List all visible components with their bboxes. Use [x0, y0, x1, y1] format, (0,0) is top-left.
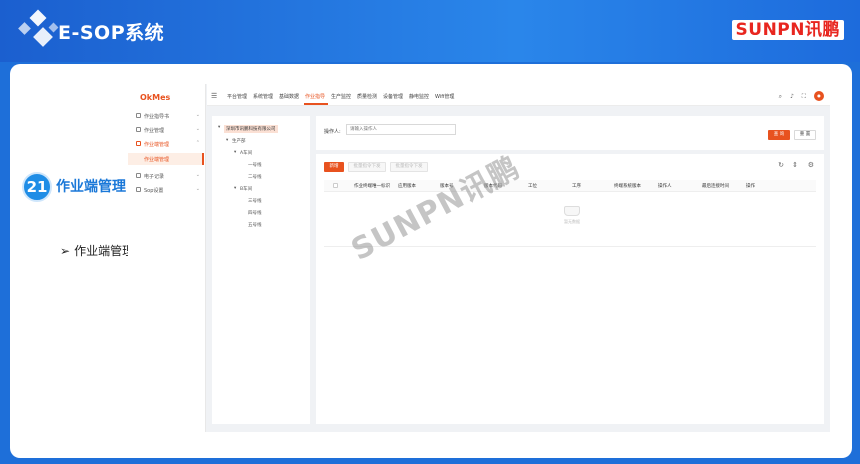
sidebar-item-guide[interactable]: 作业指导书 ⌄ [128, 109, 206, 123]
col-operator[interactable]: 操作人 [658, 183, 672, 189]
search-icon[interactable]: ⌕ [779, 93, 782, 101]
tree-caret-icon[interactable]: ▾ [234, 150, 236, 155]
tab-production[interactable]: 生产监控 [331, 93, 351, 100]
col-last-connect[interactable]: 最后连接时间 [702, 183, 729, 189]
sidebar-subitem-terminal[interactable]: 作业端管理 [128, 153, 204, 165]
table-header: 作业终端唯一标识 应用版本 版本号 版本代码 工位 工序 终端系统版本 操作人 … [324, 180, 816, 192]
chevron-down-icon: ⌄ [195, 186, 200, 192]
section-title: 作业端管理 [56, 179, 126, 195]
tree-node-line[interactable]: 二号线 [248, 174, 262, 180]
tree-node-line[interactable]: 一号线 [248, 162, 262, 168]
app-screenshot: OkMes 作业指导书 ⌄ 作业管理 ⌄ 作业端管理 ⌃ 作业端管理 电子记录 … [128, 84, 830, 432]
chevron-down-icon: ⌄ [195, 172, 200, 178]
org-tree: ▾ 深圳市讯鹏科技有限公司 ▾ 生产部 ▾ A车间 一号线 二号线 ▾ B车间 … [212, 116, 310, 424]
tree-node-root[interactable]: 深圳市讯鹏科技有限公司 [224, 125, 278, 133]
tree-node-line[interactable]: 三号线 [248, 198, 262, 204]
section-badge: 21 作业端管理 [22, 172, 142, 202]
table-panel: 新增 批量指令下发 批量指令下发 ↻ ⇕ ⚙ 作业终端唯一标识 应用版本 版本号… [316, 154, 824, 424]
col-process[interactable]: 工序 [572, 183, 581, 189]
tab-equipment[interactable]: 设备管理 [383, 93, 403, 100]
bullet-item: ➢ 作业端管理 [60, 242, 134, 259]
tab-esd[interactable]: 静电监控 [409, 93, 429, 100]
sidebar-item-records[interactable]: 电子记录 ⌄ [128, 169, 206, 183]
chevron-down-icon: ⌄ [195, 112, 200, 118]
tab-wifi[interactable]: Wifi管理 [435, 93, 454, 100]
refresh-icon[interactable]: ↻ [778, 161, 784, 169]
tab-quality[interactable]: 质量检测 [357, 93, 377, 100]
gear-icon [136, 187, 141, 192]
add-button[interactable]: 新增 [324, 162, 344, 172]
col-app-version[interactable]: 应用版本 [398, 183, 416, 189]
col-terminal-id[interactable]: 作业终端唯一标识 [354, 183, 390, 189]
diamond-logo-icon [14, 6, 59, 50]
list-icon [136, 127, 141, 132]
arrow-bullet-icon: ➢ [60, 244, 71, 258]
tab-platform[interactable]: 平台管理 [227, 93, 247, 100]
column-height-icon[interactable]: ⇕ [792, 161, 798, 169]
empty-text: 暂无数据 [564, 219, 580, 224]
brand-logo: SUNPN讯鹏 [731, 20, 844, 40]
tab-basic-data[interactable]: 基础数据 [279, 93, 299, 100]
chevron-down-icon: ⌄ [195, 126, 200, 132]
tree-caret-icon[interactable]: ▾ [234, 186, 236, 191]
tab-system[interactable]: 系统管理 [253, 93, 273, 100]
sidebar: OkMes 作业指导书 ⌄ 作业管理 ⌄ 作业端管理 ⌃ 作业端管理 电子记录 … [128, 84, 206, 432]
device-icon [136, 141, 141, 146]
app-logo: OkMes [140, 93, 171, 102]
tree-node-line[interactable]: 五号线 [248, 222, 262, 228]
operator-input[interactable] [346, 124, 456, 135]
tree-caret-icon[interactable]: ▾ [218, 125, 220, 130]
col-station[interactable]: 工位 [528, 183, 537, 189]
menu-icon[interactable]: ☰ [211, 92, 217, 100]
col-actions: 操作 [746, 184, 755, 189]
book-icon [136, 113, 141, 118]
active-tab-indicator [304, 103, 328, 105]
sidebar-item-jobs[interactable]: 作业管理 ⌄ [128, 123, 206, 137]
tree-node-workshop-a[interactable]: A车间 [240, 150, 252, 156]
avatar[interactable]: ● [814, 91, 824, 101]
table-divider [324, 246, 816, 247]
bell-icon[interactable]: ♪ [790, 93, 794, 100]
tab-job-guide[interactable]: 作业指导 [305, 93, 325, 100]
sidebar-item-sop-settings[interactable]: Sop设置 ⌄ [128, 183, 206, 197]
search-button[interactable]: 查 询 [768, 130, 790, 140]
empty-box-icon [564, 206, 580, 216]
col-version-code[interactable]: 版本代码 [484, 183, 502, 189]
batch-cancel-button[interactable]: 批量指令下发 [390, 162, 428, 172]
operator-label: 操作人: [324, 129, 341, 135]
empty-state: 暂无数据 [552, 206, 592, 225]
batch-issue-button[interactable]: 批量指令下发 [348, 162, 386, 172]
col-version-no[interactable]: 版本号 [440, 183, 454, 189]
fullscreen-icon[interactable]: ⛶ [802, 93, 806, 101]
section-number: 21 [22, 172, 52, 202]
header-band: E-SOP系统 SUNPN讯鹏 [0, 0, 860, 62]
tree-node-workshop-b[interactable]: B车间 [240, 186, 252, 192]
filter-panel: 操作人: 查 询 重 置 [316, 116, 824, 150]
reset-button[interactable]: 重 置 [794, 130, 816, 140]
sidebar-item-terminal[interactable]: 作业端管理 ⌃ [128, 137, 206, 151]
tree-caret-icon[interactable]: ▾ [226, 138, 228, 143]
bullet-text: 作业端管理 [74, 244, 135, 258]
chevron-up-icon: ⌃ [195, 140, 200, 146]
settings-icon[interactable]: ⚙ [808, 161, 814, 169]
tree-node-line[interactable]: 四号线 [248, 210, 262, 216]
record-icon [136, 173, 141, 178]
col-os-version[interactable]: 终端系统版本 [614, 183, 641, 189]
select-all-checkbox[interactable] [333, 183, 338, 188]
top-navigation: ☰ 平台管理 系统管理 基础数据 作业指导 生产监控 质量检测 设备管理 静电监… [207, 84, 830, 106]
tree-node-dept[interactable]: 生产部 [232, 138, 246, 144]
slide-title: E-SOP系统 [58, 22, 165, 44]
